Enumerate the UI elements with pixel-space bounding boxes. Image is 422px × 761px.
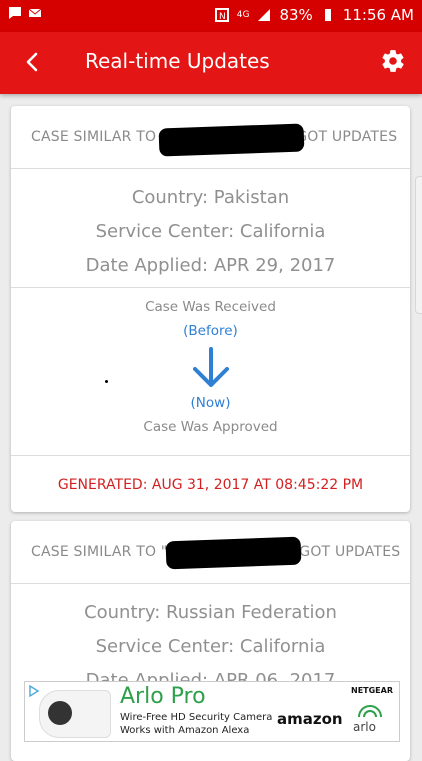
before-label: (Before) (183, 323, 238, 339)
ad-choices-icon[interactable] (28, 685, 40, 697)
arrow-down-icon (192, 347, 229, 387)
netgear-logo: NETGEAR (351, 686, 393, 695)
header-suffix: GOT UPDATES (296, 129, 398, 145)
card-header: CASE SIMILAR TO "V GOT UPDATES (11, 521, 410, 584)
status-change: Case Was Received (Before) (Now) Case Wa… (11, 287, 410, 455)
amazon-logo: amazon (277, 710, 343, 728)
status-bar: N 4G 83% 11:56 AM (0, 0, 422, 32)
scroll-indicator[interactable] (415, 176, 422, 314)
stray-dot (105, 380, 108, 383)
current-status: Case Was Approved (143, 419, 278, 435)
gear-icon[interactable] (380, 48, 406, 74)
case-details: Country: Pakistan Service Center: Califo… (11, 169, 410, 287)
nfc-icon: N (214, 8, 229, 22)
signal-icon (258, 9, 271, 21)
previous-status: Case Was Received (145, 299, 276, 315)
card-header: CASE SIMILAR TO GOT UPDATES (11, 106, 410, 169)
now-label: (Now) (190, 395, 231, 411)
update-card[interactable]: CASE SIMILAR TO GOT UPDATES Country: Pak… (11, 106, 410, 512)
svg-text:N: N (219, 12, 226, 22)
ad-line-1: Wire-Free HD Security Camera (120, 712, 273, 723)
header-suffix: GOT UPDATES (299, 544, 401, 560)
ad-banner[interactable]: Arlo Pro Wire-Free HD Security Camera Wo… (24, 681, 400, 742)
back-arrow-icon[interactable] (20, 49, 46, 75)
country-text: Country: Russian Federation (84, 602, 337, 623)
arlo-wordmark: arlo (353, 720, 376, 734)
camera-lens (48, 701, 72, 725)
battery-percent: 83% (279, 6, 313, 24)
network-type: 4G (236, 10, 250, 20)
battery-icon (324, 9, 331, 21)
redaction-mark (158, 123, 305, 157)
app-bar: Real-time Updates (0, 32, 422, 94)
generated-timestamp: GENERATED: AUG 31, 2017 AT 08:45:22 PM (11, 455, 410, 512)
date-applied-text: Date Applied: APR 29, 2017 (85, 255, 336, 276)
mail-icon (28, 8, 42, 17)
header-prefix: CASE SIMILAR TO "V (31, 544, 178, 560)
country-text: Country: Pakistan (131, 187, 290, 208)
clock: 11:56 AM (342, 6, 414, 24)
service-center-text: Service Center: California (95, 221, 326, 242)
ad-product-title: Arlo Pro (120, 684, 206, 709)
ad-line-2: Works with Amazon Alexa (120, 725, 250, 736)
redaction-mark (165, 536, 302, 570)
camera-image (39, 690, 111, 738)
service-center-text: Service Center: California (95, 636, 326, 657)
arlo-logo-icon (358, 705, 382, 718)
header-prefix: CASE SIMILAR TO (31, 129, 157, 145)
chat-icon (9, 7, 21, 19)
page-title: Real-time Updates (85, 49, 270, 73)
